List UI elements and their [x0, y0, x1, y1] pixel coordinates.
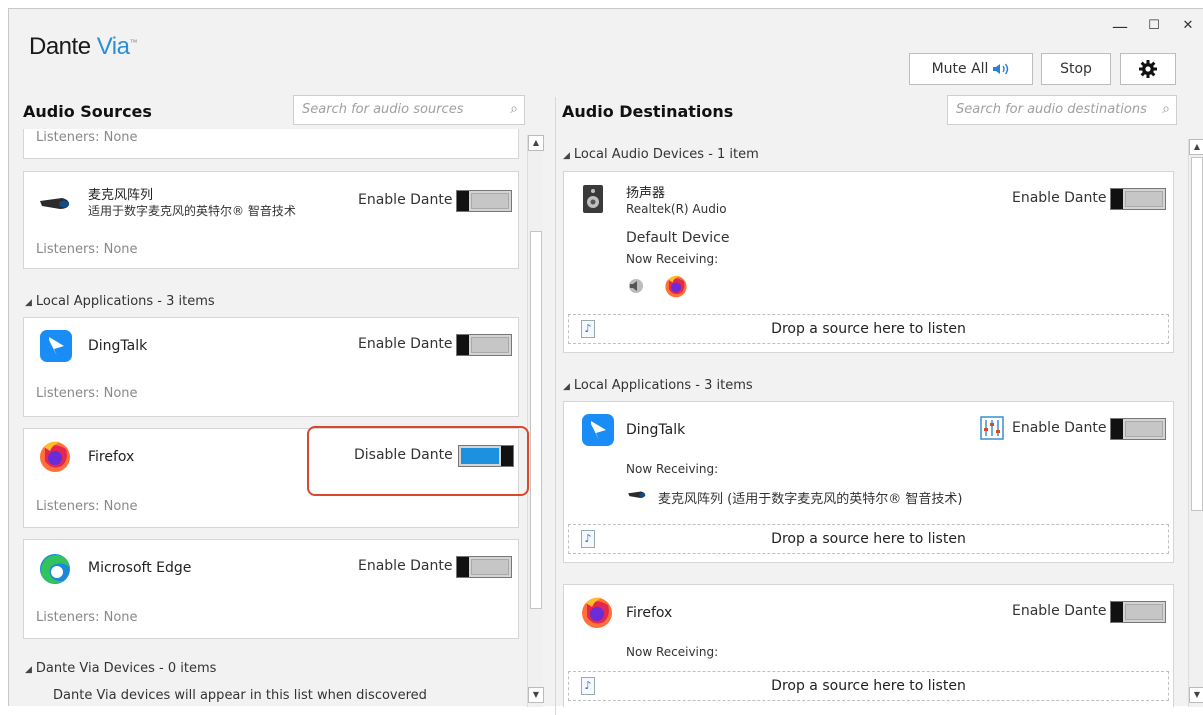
- toggle-label: Enable Dante: [1012, 190, 1107, 206]
- app-window: — ☐ ✕ Dante Via™ Mute All Stop Audio Sou…: [8, 8, 1203, 715]
- panel-divider: [555, 97, 556, 715]
- toggle-label: Enable Dante: [358, 336, 453, 352]
- microphone-icon: [628, 491, 646, 498]
- destination-name: DingTalk: [626, 422, 686, 438]
- speaker-icon: [993, 63, 1009, 75]
- toggle-label: Enable Dante: [358, 558, 453, 574]
- scroll-thumb[interactable]: [530, 231, 542, 609]
- app-logo: Dante Via™: [29, 33, 137, 60]
- scroll-up-arrow[interactable]: ▲: [1189, 139, 1203, 155]
- local-audio-devices-header[interactable]: ◢ Local Audio Devices - 1 item: [563, 147, 759, 162]
- scroll-down-arrow[interactable]: ▼: [1189, 687, 1203, 703]
- highlight-annotation: [307, 426, 529, 496]
- sources-scrollbar[interactable]: ▲ ▼: [527, 135, 544, 707]
- now-receiving-label: Now Receiving:: [626, 252, 719, 266]
- scroll-down-arrow[interactable]: ▼: [528, 687, 544, 703]
- drop-zone[interactable]: ♪ Drop a source here to listen: [568, 314, 1169, 344]
- receiving-source-name: 麦克风阵列 (适用于数字麦克风的英特尔® 智音技术): [658, 492, 963, 507]
- system-sounds-icon: [629, 279, 643, 293]
- toggle-label: Enable Dante: [1012, 420, 1107, 436]
- speaker-device-icon: [583, 185, 603, 213]
- enable-dante-toggle[interactable]: [456, 334, 512, 356]
- dante-via-devices-header[interactable]: ◢ Dante Via Devices - 0 items: [25, 661, 216, 676]
- default-device-label: Default Device: [626, 230, 730, 246]
- search-icon: ⌕: [510, 101, 518, 117]
- mute-all-button[interactable]: Mute All: [909, 53, 1033, 85]
- enable-dante-toggle[interactable]: [1110, 188, 1166, 210]
- destination-card-firefox: Firefox Enable Dante Now Receiving: ♪ Dr…: [563, 584, 1174, 707]
- destination-card-dingtalk: DingTalk Enable Dante Now Receiving: 麦克风…: [563, 401, 1174, 563]
- dingtalk-icon: [582, 414, 614, 446]
- destination-name: Firefox: [626, 605, 673, 621]
- firefox-icon: [582, 597, 612, 628]
- now-receiving-label: Now Receiving:: [626, 462, 719, 476]
- now-receiving-label: Now Receiving:: [626, 645, 719, 659]
- edge-icon: [40, 554, 70, 584]
- source-name: DingTalk: [88, 338, 148, 354]
- enable-dante-toggle[interactable]: [1110, 601, 1166, 623]
- drop-zone[interactable]: ♪ Drop a source here to listen: [568, 524, 1169, 554]
- source-name: 麦克风阵列: [88, 188, 154, 203]
- source-description: 适用于数字麦克风的英特尔® 智音技术: [88, 204, 296, 218]
- firefox-icon: [665, 275, 687, 298]
- gear-icon: [1139, 60, 1157, 78]
- destinations-list: ◢ Local Audio Devices - 1 item 扬声器 Realte…: [559, 129, 1203, 707]
- enable-dante-toggle[interactable]: [456, 190, 512, 212]
- listeners-label: Listeners: None: [36, 386, 138, 401]
- listeners-label: Listeners: None: [36, 499, 138, 514]
- music-note-icon: ♪: [581, 320, 595, 338]
- firefox-icon: [40, 441, 70, 472]
- audio-destinations-title: Audio Destinations: [562, 102, 734, 121]
- listeners-label: Listeners: None: [36, 610, 138, 625]
- destination-name: 扬声器: [626, 186, 666, 201]
- minimize-button[interactable]: —: [1103, 17, 1137, 36]
- maximize-button[interactable]: ☐: [1137, 18, 1171, 33]
- mixer-icon[interactable]: [980, 416, 1004, 440]
- destinations-search-input[interactable]: [956, 102, 1168, 117]
- scroll-thumb[interactable]: [1191, 157, 1203, 511]
- microphone-icon: [40, 198, 70, 209]
- scroll-up-arrow[interactable]: ▲: [528, 135, 544, 151]
- destinations-scrollbar[interactable]: ▲ ▼: [1188, 139, 1203, 707]
- audio-sources-title: Audio Sources: [23, 102, 152, 121]
- stop-button[interactable]: Stop: [1041, 53, 1111, 85]
- sources-search-field[interactable]: ⌕: [293, 95, 525, 125]
- toggle-label: Enable Dante: [358, 192, 453, 208]
- listeners-label: Listeners: None: [36, 242, 138, 257]
- source-name: Microsoft Edge: [88, 560, 192, 576]
- listeners-label: Listeners: None: [36, 130, 138, 145]
- dante-via-devices-note: Dante Via devices will appear in this li…: [53, 688, 427, 703]
- enable-dante-toggle[interactable]: [456, 556, 512, 578]
- settings-button[interactable]: [1120, 53, 1176, 85]
- source-card-mic: 麦克风阵列 适用于数字麦克风的英特尔® 智音技术 Enable Dante Li…: [23, 171, 519, 269]
- local-applications-header[interactable]: ◢ Local Applications - 3 items: [563, 378, 753, 393]
- source-card-edge: Microsoft Edge Enable Dante Listeners: N…: [23, 539, 519, 639]
- enable-dante-toggle[interactable]: [1110, 418, 1166, 440]
- toggle-label: Enable Dante: [1012, 603, 1107, 619]
- drop-zone[interactable]: ♪ Drop a source here to listen: [568, 671, 1169, 701]
- music-note-icon: ♪: [581, 677, 595, 695]
- sources-search-input[interactable]: [302, 102, 516, 117]
- destination-card-speaker: 扬声器 Realtek(R) Audio Enable Dante Defaul…: [563, 171, 1174, 353]
- search-icon: ⌕: [1162, 101, 1170, 117]
- destination-description: Realtek(R) Audio: [626, 202, 727, 216]
- sources-list: Listeners: None 麦克风阵列 适用于数字麦克风的英特尔® 智音技术…: [9, 129, 549, 707]
- source-card-dingtalk: DingTalk Enable Dante Listeners: None: [23, 317, 519, 417]
- source-card-partial: Listeners: None: [23, 129, 519, 159]
- dingtalk-icon: [40, 330, 72, 362]
- local-applications-header[interactable]: ◢ Local Applications - 3 items: [25, 294, 215, 309]
- music-note-icon: ♪: [581, 530, 595, 548]
- close-button[interactable]: ✕: [1171, 18, 1203, 33]
- source-name: Firefox: [88, 449, 135, 465]
- destinations-search-field[interactable]: ⌕: [947, 95, 1177, 125]
